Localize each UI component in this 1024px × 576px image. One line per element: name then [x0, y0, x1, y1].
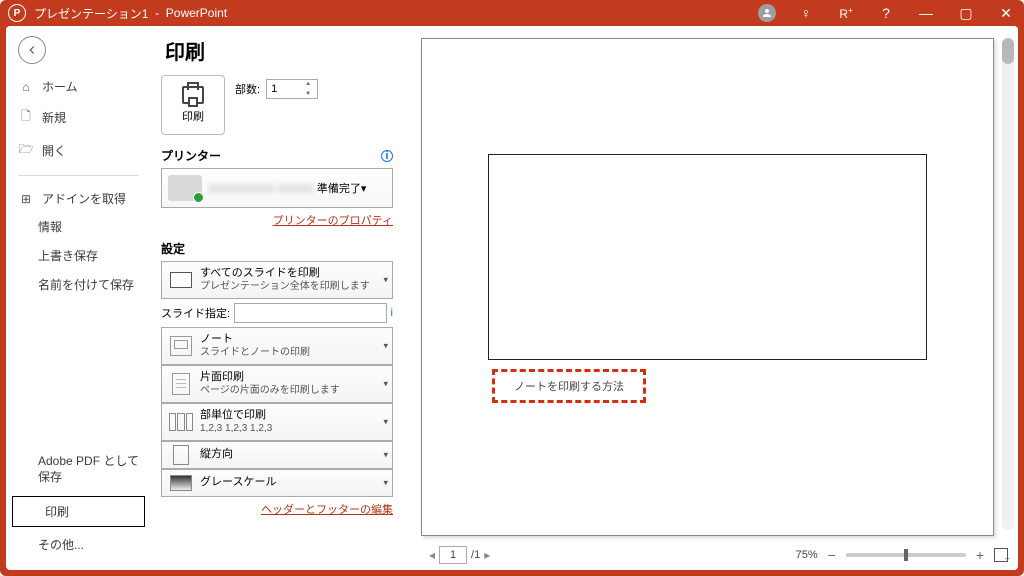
chevron-down-icon: ▾ — [383, 450, 388, 461]
settings-section-label: 設定 — [161, 240, 185, 257]
header-footer-link[interactable]: ヘッダーとフッターの編集 — [161, 501, 393, 517]
printer-status: 準備完了 — [317, 183, 361, 195]
spinner-arrows-icon[interactable]: ▲▼ — [305, 81, 315, 97]
copies-spinner[interactable]: 1 ▲▼ — [266, 79, 318, 99]
nav-save-as[interactable]: 名前を付けて保存 — [6, 271, 151, 300]
scrollbar-thumb[interactable] — [1002, 38, 1014, 64]
nav-adobe-pdf[interactable]: Adobe PDF として保存 — [6, 447, 151, 493]
sides-sub: ページの片面のみを印刷します — [200, 385, 340, 398]
copies-label: 部数: — [235, 81, 260, 97]
chevron-down-icon: ▾ — [383, 341, 388, 352]
nav-home[interactable]: ⌂ ホーム — [6, 72, 151, 101]
print-range-title: すべてのスライドを印刷 — [200, 267, 370, 281]
account-avatar[interactable] — [758, 4, 776, 22]
backstage-sidebar: ⌂ ホーム 🗋 新規 🗁 開く ⊞ アドインを取得 情報 上書き保存 名前を付け… — [6, 26, 151, 570]
nav-home-label: ホーム — [42, 78, 78, 95]
nav-print[interactable]: 印刷 — [12, 496, 145, 527]
zoom-in-button[interactable]: + — [976, 547, 984, 563]
layout-sub: スライドとノートの印刷 — [200, 347, 310, 360]
chevron-down-icon: ▾ — [383, 275, 388, 286]
slide-range-input[interactable] — [234, 303, 386, 323]
color-dropdown[interactable]: グレースケール ▾ — [161, 469, 393, 497]
home-icon: ⌂ — [18, 80, 34, 94]
prev-page-button[interactable]: ◂ — [429, 548, 435, 562]
collate-icon — [169, 413, 193, 431]
page-total: /1 — [471, 549, 480, 561]
fit-to-window-button[interactable] — [994, 548, 1008, 562]
print-button[interactable]: 印刷 — [161, 75, 225, 135]
notes-layout-icon — [170, 336, 192, 356]
coming-soon-icon[interactable]: ♀ — [796, 5, 816, 21]
app-name: PowerPoint — [166, 6, 227, 20]
collate-title: 部単位で印刷 — [200, 409, 272, 423]
chevron-down-icon: ▾ — [383, 478, 388, 489]
sides-dropdown[interactable]: 片面印刷 ページの片面のみを印刷します ▾ — [161, 365, 393, 403]
orientation-label: 縦方向 — [200, 448, 233, 462]
zoom-out-button[interactable]: − — [828, 547, 836, 563]
collate-dropdown[interactable]: 部単位で印刷 1,2,3 1,2,3 1,2,3 ▾ — [161, 403, 393, 441]
nav-addins-label: アドインを取得 — [42, 190, 126, 207]
feedback-icon[interactable]: R+ — [836, 6, 856, 21]
page-title: 印刷 — [165, 36, 393, 65]
nav-info[interactable]: 情報 — [6, 213, 151, 242]
zoom-percent: 75% — [796, 549, 818, 561]
addins-icon: ⊞ — [18, 192, 34, 206]
slide-range-label: スライド指定: — [161, 305, 230, 321]
printer-section-label: プリンター — [161, 147, 221, 164]
printer-name: XXXXXXXXX XXXXX — [208, 183, 314, 195]
printer-icon — [182, 86, 204, 104]
layout-dropdown[interactable]: ノート スライドとノートの印刷 ▾ — [161, 327, 393, 365]
back-button[interactable] — [18, 36, 46, 64]
document-title: プレゼンテーション1 — [34, 5, 148, 22]
minimize-button[interactable]: — — [916, 5, 936, 21]
preview-slide — [488, 154, 927, 360]
nav-open[interactable]: 🗁 開く — [6, 134, 151, 167]
info-icon[interactable]: i — [381, 150, 393, 162]
print-range-dropdown[interactable]: すべてのスライドを印刷 プレゼンテーション全体を印刷します ▾ — [161, 261, 393, 299]
titlebar: P プレゼンテーション1 - PowerPoint ♀ R+ ? — ▢ ✕ — [0, 0, 1024, 26]
copies-value: 1 — [271, 83, 277, 95]
maximize-button[interactable]: ▢ — [956, 5, 976, 22]
new-icon: 🗋 — [18, 107, 34, 128]
nav-get-addins[interactable]: ⊞ アドインを取得 — [6, 184, 151, 213]
info-icon[interactable]: i — [391, 307, 393, 319]
close-button[interactable]: ✕ — [996, 5, 1016, 22]
print-settings-pane: 印刷 印刷 部数: 1 ▲▼ プリンター i — [151, 26, 411, 570]
nav-open-label: 開く — [42, 142, 66, 159]
orientation-dropdown[interactable]: 縦方向 ▾ — [161, 441, 393, 469]
current-page-field[interactable]: 1 — [439, 546, 467, 564]
zoom-slider[interactable] — [846, 553, 966, 557]
chevron-down-icon: ▾ — [383, 417, 388, 428]
next-page-button[interactable]: ▸ — [484, 548, 490, 562]
printer-dropdown[interactable]: XXXXXXXXX XXXXX 準備完了 ▾ — [161, 168, 393, 208]
chevron-down-icon: ▾ — [383, 379, 388, 390]
grayscale-icon — [170, 475, 192, 491]
print-preview-area: ノートを印刷する方法 ◂ 1 /1 ▸ 75% − + — [411, 26, 1018, 570]
page-side-icon — [172, 373, 190, 395]
open-icon: 🗁 — [18, 140, 34, 161]
preview-note-text: ノートを印刷する方法 — [514, 378, 624, 394]
preview-notes-highlight: ノートを印刷する方法 — [492, 369, 646, 403]
nav-new-label: 新規 — [42, 109, 66, 126]
layout-title: ノート — [200, 333, 310, 347]
slides-icon — [170, 272, 192, 288]
sides-title: 片面印刷 — [200, 371, 340, 385]
chevron-down-icon: ▾ — [361, 182, 367, 195]
preview-scrollbar[interactable] — [1002, 38, 1014, 530]
help-icon[interactable]: ? — [876, 5, 896, 21]
preview-page: ノートを印刷する方法 — [421, 38, 994, 536]
color-label: グレースケール — [200, 476, 276, 490]
portrait-icon — [173, 445, 189, 465]
print-range-sub: プレゼンテーション全体を印刷します — [200, 281, 370, 294]
nav-new[interactable]: 🗋 新規 — [6, 101, 151, 134]
app-icon: P — [8, 4, 26, 22]
preview-status-bar: ◂ 1 /1 ▸ 75% − + — [411, 540, 1018, 570]
printer-properties-link[interactable]: プリンターのプロパティ — [161, 212, 393, 228]
print-button-label: 印刷 — [182, 108, 204, 124]
collate-sub: 1,2,3 1,2,3 1,2,3 — [200, 423, 272, 436]
printer-device-icon — [168, 175, 202, 201]
nav-other[interactable]: その他... — [6, 531, 151, 560]
nav-save[interactable]: 上書き保存 — [6, 242, 151, 271]
